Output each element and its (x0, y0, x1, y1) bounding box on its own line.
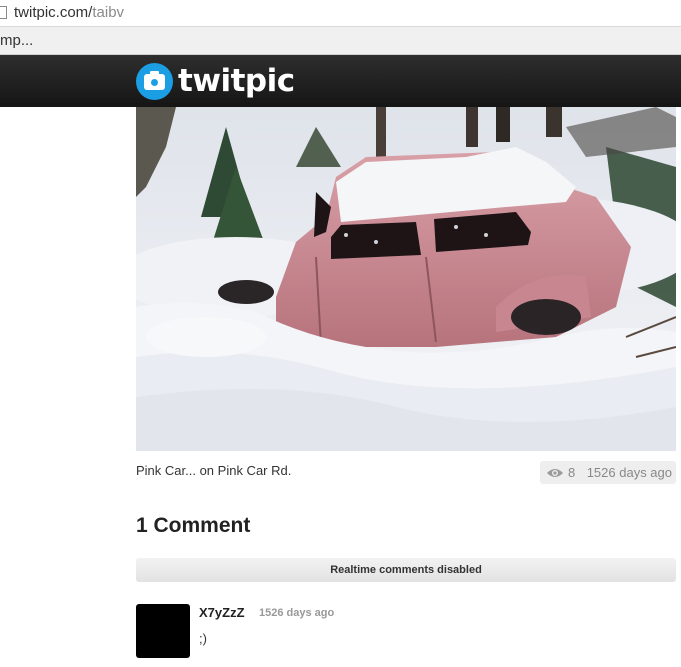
twitpic-logo[interactable]: twitpic (136, 62, 295, 100)
bookmarks-bar: mp... (0, 27, 681, 55)
avatar[interactable] (136, 604, 190, 658)
comment-author[interactable]: X7yZzZ (199, 605, 245, 620)
photo-pink-car-in-snow (136, 107, 676, 451)
photo-caption: Pink Car... on Pink Car Rd. (136, 463, 292, 478)
view-count: 8 (568, 465, 576, 480)
eye-icon (547, 468, 563, 477)
url-text[interactable]: twitpic.com/taibv (14, 4, 124, 21)
logo-text: twitpic (178, 62, 295, 99)
comments-heading: 1 Comment (136, 514, 251, 537)
photo-age: 1526 days ago (586, 465, 672, 480)
camera-icon (136, 62, 173, 100)
browser-url-bar[interactable]: twitpic.com/taibv (0, 0, 681, 27)
page-icon (0, 6, 7, 19)
url-host: twitpic.com/ (14, 4, 93, 21)
comment-text: ;) (199, 631, 207, 646)
comment-time: 1526 days ago (259, 607, 335, 619)
bookmark-item[interactable]: mp... (0, 32, 33, 49)
url-path: taibv (92, 4, 125, 21)
site-header: twitpic (0, 55, 681, 107)
main-photo[interactable] (136, 107, 676, 451)
realtime-comments-notice: Realtime comments disabled (136, 558, 676, 582)
photo-stats: 8 1526 days ago (540, 461, 676, 484)
